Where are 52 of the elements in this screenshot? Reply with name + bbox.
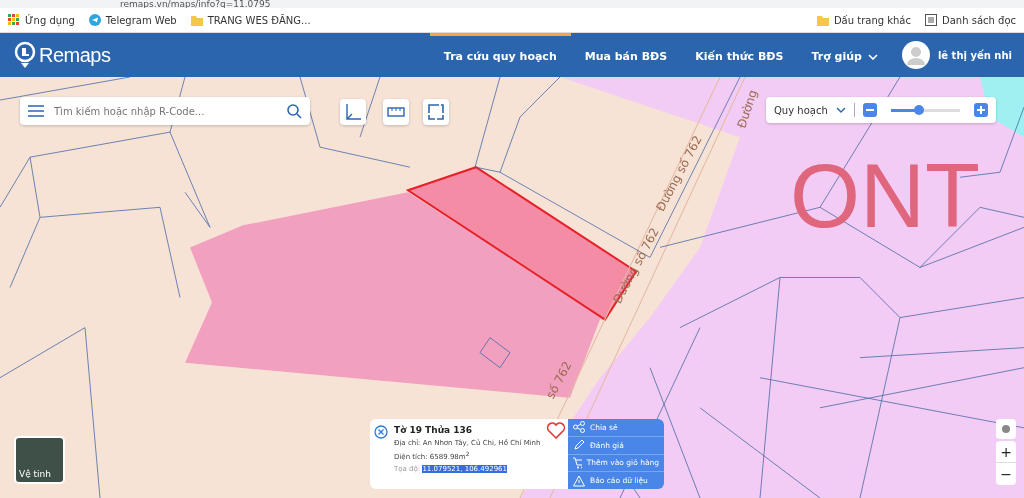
bookmark-item[interactable]: Dấu trang khác xyxy=(816,14,911,26)
opacity-slider[interactable] xyxy=(891,108,960,112)
measure-tool-button[interactable] xyxy=(383,99,409,125)
heart-icon[interactable] xyxy=(546,422,566,440)
avatar-icon[interactable] xyxy=(901,41,930,69)
bookmark-item[interactable]: Telegram Web xyxy=(88,14,177,26)
search-icon[interactable] xyxy=(287,103,302,119)
bookmark-item[interactable]: TRANG WES ĐĂNG... xyxy=(190,14,311,26)
nav-link[interactable]: Mua bán BĐS xyxy=(570,33,682,77)
target-icon xyxy=(1000,423,1012,435)
address-bar[interactable]: remaps.vn/maps/info?q=11.0795 xyxy=(0,0,1024,8)
land-parcel-area[interactable] xyxy=(185,192,605,398)
plus-icon xyxy=(977,106,985,114)
share-icon xyxy=(573,421,585,434)
layer-dropdown[interactable]: Quy hoạch xyxy=(774,104,828,116)
warning-icon xyxy=(573,474,585,487)
close-icon[interactable] xyxy=(374,425,388,439)
folder-icon xyxy=(190,14,203,26)
search-bar[interactable]: Tìm kiếm hoặc nhập R-Code... xyxy=(20,97,310,125)
zoom-in-button[interactable]: + xyxy=(996,441,1016,463)
opacity-decrease-button[interactable] xyxy=(863,103,877,117)
chevron-down-icon[interactable] xyxy=(836,107,846,113)
dashed-square-icon xyxy=(427,103,445,121)
telegram-icon xyxy=(88,14,101,26)
opacity-increase-button[interactable] xyxy=(974,103,988,117)
nav-link[interactable]: Trợ giúp xyxy=(797,33,892,77)
locate-button[interactable] xyxy=(996,419,1016,439)
coordinate-tool-button[interactable] xyxy=(340,99,366,125)
bookmark-item[interactable]: Danh sách đọc xyxy=(925,14,1016,26)
logo-text: Remaps xyxy=(39,43,111,67)
pencil-icon xyxy=(573,439,585,452)
user-name[interactable]: lê thị yến nhi xyxy=(937,49,1012,61)
list-icon xyxy=(925,14,937,26)
chevron-down-icon xyxy=(867,53,878,60)
zoom-out-button[interactable]: − xyxy=(996,463,1016,485)
parcel-title: Tờ 19 Thửa 136 xyxy=(394,425,474,435)
nav-link[interactable]: Kiến thức BĐS xyxy=(681,33,798,77)
cart-icon xyxy=(573,456,582,469)
axes-icon xyxy=(344,103,362,121)
ruler-icon xyxy=(387,107,405,117)
satellite-layer-button[interactable]: Vệ tinh xyxy=(14,436,65,484)
url-text: remaps.vn/maps/info?q=11.0795 xyxy=(120,0,271,8)
menu-icon[interactable] xyxy=(28,105,44,117)
grid-icon xyxy=(8,14,20,26)
area-select-button[interactable] xyxy=(423,99,449,125)
search-field[interactable]: Tìm kiếm hoặc nhập R-Code... xyxy=(52,104,279,118)
bookmark-item[interactable]: Ứng dụng xyxy=(8,14,75,26)
slider-thumb[interactable] xyxy=(913,104,924,115)
minus-icon xyxy=(866,109,874,111)
pin-logo-icon xyxy=(14,41,36,69)
road-label: số 762 xyxy=(543,358,575,402)
folder-icon xyxy=(816,14,829,26)
